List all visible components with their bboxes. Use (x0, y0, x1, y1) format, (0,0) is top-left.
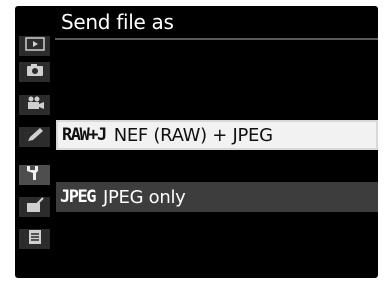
option-label: NEF (RAW) + JPEG (113, 124, 273, 146)
retouch-icon (24, 197, 46, 217)
tab-setup[interactable] (19, 165, 50, 185)
option-label: JPEG only (102, 186, 186, 208)
pencil-icon (24, 127, 46, 147)
movie-camera-icon (24, 95, 46, 115)
tab-recent-settings[interactable] (19, 229, 50, 249)
option-nef-raw-jpeg[interactable]: RAW+J NEF (RAW) + JPEG (56, 120, 378, 150)
camera-menu-screen: Send file as RAW+J NEF (RAW) + JPEG JPEG… (15, 6, 378, 278)
playback-icon (24, 36, 46, 56)
title-divider (55, 38, 378, 40)
tab-playback[interactable] (19, 36, 50, 56)
raw-jpeg-badge-icon: RAW+J (62, 125, 107, 145)
page-title: Send file as (61, 10, 174, 34)
option-jpeg-only[interactable]: JPEG JPEG only (56, 182, 378, 212)
tab-retouch[interactable] (19, 197, 50, 217)
wrench-icon (24, 165, 46, 185)
tab-shooting[interactable] (19, 62, 50, 82)
menu-sidebar (15, 6, 55, 278)
camera-icon (24, 62, 46, 82)
recent-settings-icon (24, 229, 46, 249)
tab-custom-settings[interactable] (19, 127, 50, 147)
jpeg-badge-icon: JPEG (60, 187, 96, 207)
tab-movie[interactable] (19, 95, 50, 115)
